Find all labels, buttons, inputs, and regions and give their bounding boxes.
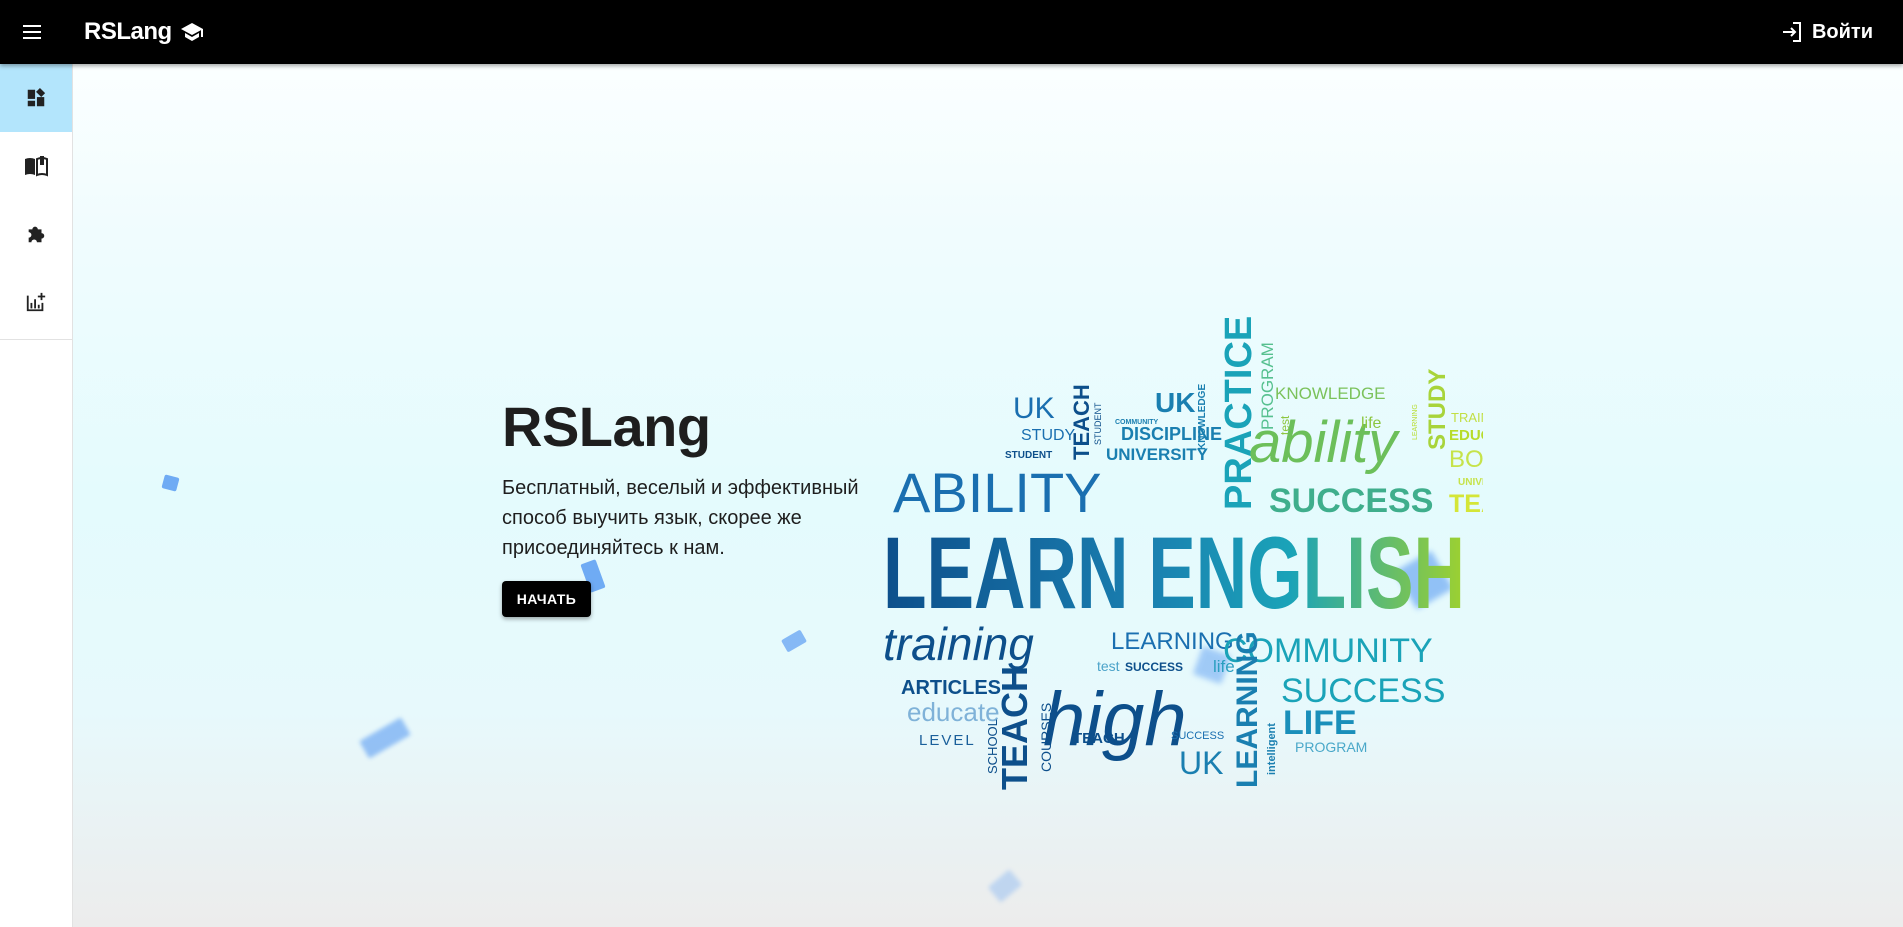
app-bar: RSLang Войти bbox=[0, 0, 1903, 64]
puzzle-icon bbox=[28, 226, 45, 243]
cloud-word: KNOWLEDGE bbox=[1197, 384, 1208, 450]
hero-description: Бесплатный, веселый и эффективный способ… bbox=[502, 477, 859, 559]
confetti-piece bbox=[987, 869, 1023, 903]
login-label: Войти bbox=[1811, 20, 1873, 43]
cloud-word: high bbox=[1043, 677, 1187, 762]
cloud-word: EDUCATE bbox=[1449, 427, 1483, 444]
cloud-word: UNIVERSITY bbox=[1458, 477, 1483, 488]
menu-button[interactable] bbox=[0, 0, 64, 64]
cloud-word: LEARNING bbox=[1231, 631, 1264, 788]
main-content: RSLang Бесплатный, веселый и эффективный… bbox=[73, 64, 1903, 927]
statistics-icon bbox=[26, 292, 46, 312]
brand-title: RSLang bbox=[84, 18, 172, 45]
cloud-word: UK bbox=[1013, 392, 1055, 425]
start-button[interactable]: НАЧАТЬ bbox=[502, 581, 591, 617]
cloud-word: SUCCESS bbox=[1125, 660, 1183, 674]
login-icon bbox=[1782, 22, 1801, 42]
cloud-word: SUCCESS bbox=[1269, 482, 1433, 520]
cloud-word: test bbox=[1097, 658, 1120, 674]
cloud-word: KNOWLEDGE bbox=[1275, 384, 1386, 403]
cloud-main-word: LEARN ENGLISH bbox=[883, 516, 1465, 630]
sidebar bbox=[0, 64, 73, 927]
hero-title: RSLang bbox=[502, 395, 711, 458]
cloud-word: LEVEL bbox=[919, 732, 976, 749]
cloud-word: UK bbox=[1179, 745, 1223, 781]
sidebar-item-dashboard[interactable] bbox=[0, 64, 72, 132]
sidebar-divider bbox=[0, 339, 72, 340]
graduation-cap-icon bbox=[180, 23, 203, 41]
cloud-word: PROGRAM bbox=[1295, 739, 1367, 755]
cloud-word: TRAINING bbox=[1451, 410, 1483, 425]
cloud-word: ARTICLES bbox=[901, 677, 1001, 699]
cloud-word: TEACH bbox=[1073, 730, 1125, 747]
cloud-word: ABILITY bbox=[893, 461, 1102, 524]
learn-english-word-cloud-image: UK STUDY STUDENT TEACH STUDENT UK COMMUN… bbox=[883, 316, 1483, 790]
sidebar-item-textbook[interactable] bbox=[0, 132, 72, 200]
confetti-piece bbox=[161, 474, 180, 492]
sidebar-item-statistics[interactable] bbox=[0, 268, 72, 336]
cloud-word: STUDENT bbox=[1093, 402, 1103, 445]
brand[interactable]: RSLang bbox=[84, 18, 204, 46]
cloud-word: life bbox=[1361, 415, 1382, 432]
cloud-word: UK bbox=[1155, 387, 1195, 418]
cloud-word: STUDY bbox=[1021, 427, 1076, 444]
login-button[interactable]: Войти bbox=[1780, 0, 1873, 64]
cloud-word: STUDY bbox=[1424, 369, 1451, 450]
cloud-word: LEARNING bbox=[1111, 628, 1234, 655]
cloud-word: LIFE bbox=[1283, 704, 1357, 742]
cloud-word: UNIVERSITY bbox=[1106, 445, 1209, 464]
cloud-word: STUDENT bbox=[1005, 450, 1052, 461]
cloud-word: TEACH bbox=[1069, 384, 1094, 460]
cloud-word: TEACH bbox=[994, 666, 1035, 790]
cloud-word: LEARNING bbox=[1412, 404, 1419, 440]
menu-icon bbox=[23, 25, 41, 39]
confetti-piece bbox=[780, 629, 808, 653]
sidebar-item-games[interactable] bbox=[0, 200, 72, 268]
confetti-piece bbox=[359, 717, 411, 759]
cloud-word: TEACH bbox=[1449, 490, 1483, 518]
cloud-word: intelligent bbox=[1266, 723, 1278, 775]
dashboard-icon bbox=[27, 87, 46, 107]
cloud-word: SUCCESS bbox=[1171, 730, 1224, 742]
cloud-word: BOOKS bbox=[1449, 446, 1483, 473]
book-icon bbox=[25, 156, 48, 177]
cloud-word: training bbox=[883, 618, 1034, 670]
